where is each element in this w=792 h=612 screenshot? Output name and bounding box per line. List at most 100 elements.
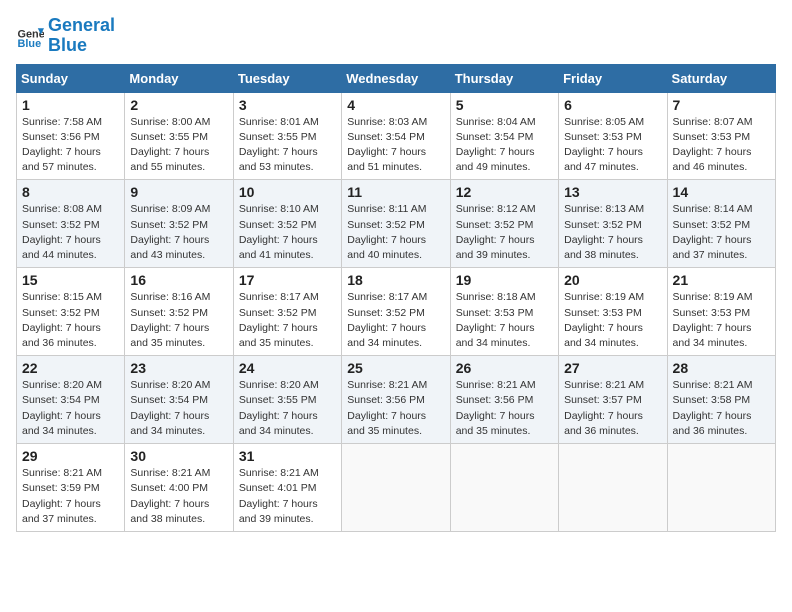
day-info: Sunrise: 8:00 AM Sunset: 3:55 PM Dayligh… <box>130 115 227 176</box>
calendar-week-4: 22 Sunrise: 8:20 AM Sunset: 3:54 PM Dayl… <box>17 356 776 444</box>
calendar-week-3: 15 Sunrise: 8:15 AM Sunset: 3:52 PM Dayl… <box>17 268 776 356</box>
day-number: 20 <box>564 272 661 288</box>
svg-text:Blue: Blue <box>18 38 42 50</box>
day-info: Sunrise: 8:10 AM Sunset: 3:52 PM Dayligh… <box>239 202 336 263</box>
calendar-cell: 29 Sunrise: 8:21 AM Sunset: 3:59 PM Dayl… <box>17 444 125 532</box>
day-number: 26 <box>456 360 553 376</box>
day-info: Sunrise: 8:20 AM Sunset: 3:54 PM Dayligh… <box>22 378 119 439</box>
day-number: 13 <box>564 184 661 200</box>
calendar-cell: 8 Sunrise: 8:08 AM Sunset: 3:52 PM Dayli… <box>17 180 125 268</box>
day-number: 30 <box>130 448 227 464</box>
calendar-cell: 17 Sunrise: 8:17 AM Sunset: 3:52 PM Dayl… <box>233 268 341 356</box>
calendar-cell: 23 Sunrise: 8:20 AM Sunset: 3:54 PM Dayl… <box>125 356 233 444</box>
day-number: 1 <box>22 97 119 113</box>
day-number: 27 <box>564 360 661 376</box>
day-info: Sunrise: 8:03 AM Sunset: 3:54 PM Dayligh… <box>347 115 444 176</box>
day-number: 15 <box>22 272 119 288</box>
calendar-cell: 5 Sunrise: 8:04 AM Sunset: 3:54 PM Dayli… <box>450 92 558 180</box>
day-info: Sunrise: 8:09 AM Sunset: 3:52 PM Dayligh… <box>130 202 227 263</box>
calendar-cell: 11 Sunrise: 8:11 AM Sunset: 3:52 PM Dayl… <box>342 180 450 268</box>
day-info: Sunrise: 8:21 AM Sunset: 4:01 PM Dayligh… <box>239 466 336 527</box>
calendar-cell: 31 Sunrise: 8:21 AM Sunset: 4:01 PM Dayl… <box>233 444 341 532</box>
day-info: Sunrise: 8:20 AM Sunset: 3:55 PM Dayligh… <box>239 378 336 439</box>
calendar-cell: 21 Sunrise: 8:19 AM Sunset: 3:53 PM Dayl… <box>667 268 775 356</box>
logo-general: General <box>48 16 115 36</box>
calendar-cell <box>450 444 558 532</box>
day-number: 31 <box>239 448 336 464</box>
day-info: Sunrise: 8:05 AM Sunset: 3:53 PM Dayligh… <box>564 115 661 176</box>
day-number: 21 <box>673 272 770 288</box>
calendar-header: SundayMondayTuesdayWednesdayThursdayFrid… <box>17 64 776 92</box>
day-info: Sunrise: 8:21 AM Sunset: 3:58 PM Dayligh… <box>673 378 770 439</box>
day-number: 18 <box>347 272 444 288</box>
day-number: 17 <box>239 272 336 288</box>
day-info: Sunrise: 8:11 AM Sunset: 3:52 PM Dayligh… <box>347 202 444 263</box>
calendar-cell: 7 Sunrise: 8:07 AM Sunset: 3:53 PM Dayli… <box>667 92 775 180</box>
calendar-cell: 18 Sunrise: 8:17 AM Sunset: 3:52 PM Dayl… <box>342 268 450 356</box>
calendar-week-2: 8 Sunrise: 8:08 AM Sunset: 3:52 PM Dayli… <box>17 180 776 268</box>
calendar-cell: 24 Sunrise: 8:20 AM Sunset: 3:55 PM Dayl… <box>233 356 341 444</box>
calendar-cell: 3 Sunrise: 8:01 AM Sunset: 3:55 PM Dayli… <box>233 92 341 180</box>
day-info: Sunrise: 8:01 AM Sunset: 3:55 PM Dayligh… <box>239 115 336 176</box>
calendar-cell <box>559 444 667 532</box>
day-number: 24 <box>239 360 336 376</box>
day-number: 4 <box>347 97 444 113</box>
header-cell-friday: Friday <box>559 64 667 92</box>
day-info: Sunrise: 8:21 AM Sunset: 4:00 PM Dayligh… <box>130 466 227 527</box>
calendar-cell: 10 Sunrise: 8:10 AM Sunset: 3:52 PM Dayl… <box>233 180 341 268</box>
day-number: 19 <box>456 272 553 288</box>
day-info: Sunrise: 8:21 AM Sunset: 3:56 PM Dayligh… <box>456 378 553 439</box>
day-number: 12 <box>456 184 553 200</box>
calendar-body: 1 Sunrise: 7:58 AM Sunset: 3:56 PM Dayli… <box>17 92 776 531</box>
calendar-cell: 6 Sunrise: 8:05 AM Sunset: 3:53 PM Dayli… <box>559 92 667 180</box>
calendar-cell <box>667 444 775 532</box>
day-number: 7 <box>673 97 770 113</box>
day-info: Sunrise: 8:13 AM Sunset: 3:52 PM Dayligh… <box>564 202 661 263</box>
day-number: 11 <box>347 184 444 200</box>
calendar-cell: 4 Sunrise: 8:03 AM Sunset: 3:54 PM Dayli… <box>342 92 450 180</box>
day-number: 22 <box>22 360 119 376</box>
day-number: 3 <box>239 97 336 113</box>
day-info: Sunrise: 7:58 AM Sunset: 3:56 PM Dayligh… <box>22 115 119 176</box>
calendar-week-5: 29 Sunrise: 8:21 AM Sunset: 3:59 PM Dayl… <box>17 444 776 532</box>
calendar-cell: 22 Sunrise: 8:20 AM Sunset: 3:54 PM Dayl… <box>17 356 125 444</box>
logo-icon: General Blue <box>16 22 44 50</box>
day-number: 25 <box>347 360 444 376</box>
calendar-week-1: 1 Sunrise: 7:58 AM Sunset: 3:56 PM Dayli… <box>17 92 776 180</box>
calendar-cell: 28 Sunrise: 8:21 AM Sunset: 3:58 PM Dayl… <box>667 356 775 444</box>
day-number: 9 <box>130 184 227 200</box>
header-cell-tuesday: Tuesday <box>233 64 341 92</box>
calendar-cell: 15 Sunrise: 8:15 AM Sunset: 3:52 PM Dayl… <box>17 268 125 356</box>
calendar-cell: 2 Sunrise: 8:00 AM Sunset: 3:55 PM Dayli… <box>125 92 233 180</box>
day-info: Sunrise: 8:20 AM Sunset: 3:54 PM Dayligh… <box>130 378 227 439</box>
day-info: Sunrise: 8:12 AM Sunset: 3:52 PM Dayligh… <box>456 202 553 263</box>
day-number: 10 <box>239 184 336 200</box>
logo-blue: Blue <box>48 36 115 56</box>
day-info: Sunrise: 8:21 AM Sunset: 3:59 PM Dayligh… <box>22 466 119 527</box>
calendar-cell: 9 Sunrise: 8:09 AM Sunset: 3:52 PM Dayli… <box>125 180 233 268</box>
day-info: Sunrise: 8:04 AM Sunset: 3:54 PM Dayligh… <box>456 115 553 176</box>
calendar-cell: 19 Sunrise: 8:18 AM Sunset: 3:53 PM Dayl… <box>450 268 558 356</box>
calendar-cell: 26 Sunrise: 8:21 AM Sunset: 3:56 PM Dayl… <box>450 356 558 444</box>
day-info: Sunrise: 8:21 AM Sunset: 3:57 PM Dayligh… <box>564 378 661 439</box>
header-cell-wednesday: Wednesday <box>342 64 450 92</box>
day-info: Sunrise: 8:15 AM Sunset: 3:52 PM Dayligh… <box>22 290 119 351</box>
calendar-cell: 16 Sunrise: 8:16 AM Sunset: 3:52 PM Dayl… <box>125 268 233 356</box>
header-cell-sunday: Sunday <box>17 64 125 92</box>
day-info: Sunrise: 8:17 AM Sunset: 3:52 PM Dayligh… <box>239 290 336 351</box>
day-number: 8 <box>22 184 119 200</box>
day-info: Sunrise: 8:17 AM Sunset: 3:52 PM Dayligh… <box>347 290 444 351</box>
day-info: Sunrise: 8:14 AM Sunset: 3:52 PM Dayligh… <box>673 202 770 263</box>
day-number: 28 <box>673 360 770 376</box>
day-info: Sunrise: 8:08 AM Sunset: 3:52 PM Dayligh… <box>22 202 119 263</box>
calendar-cell: 27 Sunrise: 8:21 AM Sunset: 3:57 PM Dayl… <box>559 356 667 444</box>
calendar-cell: 13 Sunrise: 8:13 AM Sunset: 3:52 PM Dayl… <box>559 180 667 268</box>
day-number: 16 <box>130 272 227 288</box>
day-number: 5 <box>456 97 553 113</box>
header-cell-monday: Monday <box>125 64 233 92</box>
calendar-table: SundayMondayTuesdayWednesdayThursdayFrid… <box>16 64 776 532</box>
day-info: Sunrise: 8:21 AM Sunset: 3:56 PM Dayligh… <box>347 378 444 439</box>
day-info: Sunrise: 8:19 AM Sunset: 3:53 PM Dayligh… <box>673 290 770 351</box>
calendar-cell: 1 Sunrise: 7:58 AM Sunset: 3:56 PM Dayli… <box>17 92 125 180</box>
calendar-cell: 20 Sunrise: 8:19 AM Sunset: 3:53 PM Dayl… <box>559 268 667 356</box>
